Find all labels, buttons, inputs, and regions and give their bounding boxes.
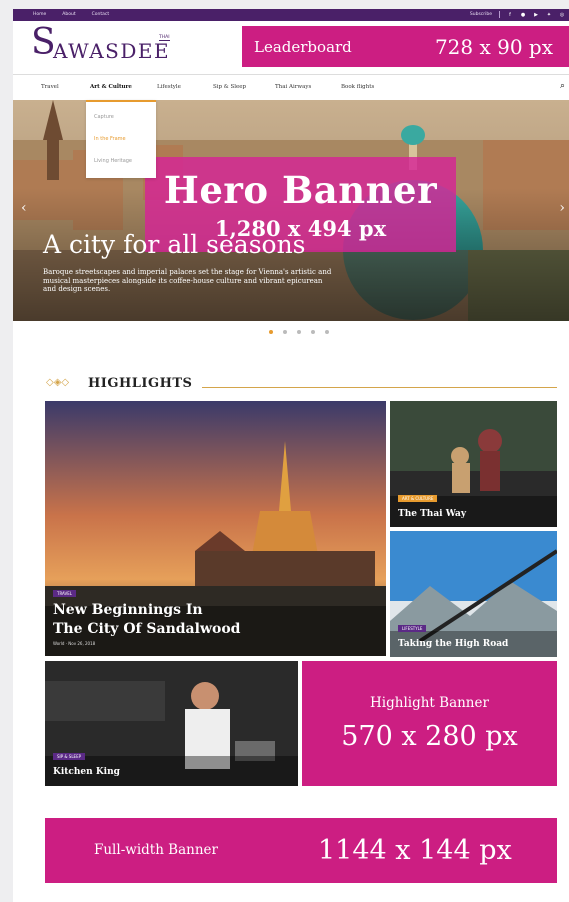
nav-item-travel[interactable]: Travel xyxy=(41,84,59,90)
nav-item-sip-sleep[interactable]: Sip & Sleep xyxy=(213,84,246,90)
slider-dots xyxy=(269,330,329,334)
art-culture-dropdown: Capture In the Frame Living Heritage xyxy=(86,100,156,178)
full-width-banner-dims: 1144 x 144 px xyxy=(318,835,512,866)
instagram-icon[interactable]: ◎ xyxy=(559,12,565,18)
nav-item-thai-airways[interactable]: Thai Airways xyxy=(275,84,311,90)
dropdown-item-in-the-frame[interactable]: In the Frame xyxy=(94,136,126,142)
divider xyxy=(499,11,500,18)
highlights-header: ◇◈◇ HIGHLIGHTS xyxy=(46,374,559,394)
nav-item-art-culture[interactable]: Art & Culture xyxy=(90,84,132,90)
highlight-card-main[interactable]: TRAVEL New Beginnings In The City Of San… xyxy=(45,401,386,656)
highlight-banner-dims: 570 x 280 px xyxy=(341,721,518,752)
dropdown-item-capture[interactable]: Capture xyxy=(94,114,114,120)
card-tag[interactable]: LIFESTYLE xyxy=(398,625,427,632)
card-tag[interactable]: SIP & SLEEP xyxy=(53,753,86,760)
card-title: The Thai Way xyxy=(398,509,467,519)
highlight-card-thai-way[interactable]: ART & CULTURE The Thai Way xyxy=(390,401,557,527)
site-logo[interactable]: S AWASDEE THAI xyxy=(31,22,191,77)
card-title-line: New Beginnings In xyxy=(53,602,203,618)
card-title: Kitchen King xyxy=(53,767,120,777)
hero-banner-label: Hero Banner xyxy=(163,168,438,212)
card-title: Taking the High Road xyxy=(398,639,509,649)
top-bar: Home About Contact Subscribe f ● ▶ ✦ ◎ xyxy=(13,9,569,21)
heading-rule xyxy=(202,387,557,388)
slider-dot[interactable] xyxy=(297,330,301,334)
slider-dot[interactable] xyxy=(269,330,273,334)
nav-item-lifestyle[interactable]: Lifestyle xyxy=(157,84,181,90)
top-link-home[interactable]: Home xyxy=(33,12,46,17)
top-links: Home About Contact xyxy=(33,12,109,17)
twitter-icon[interactable]: ✦ xyxy=(546,12,552,18)
ornament-icon: ◇◈◇ xyxy=(46,377,70,388)
highlight-banner-label: Highlight Banner xyxy=(370,695,489,711)
highlight-card-kitchen[interactable]: SIP & SLEEP Kitchen King xyxy=(45,661,298,786)
subscribe-link[interactable]: Subscribe xyxy=(470,12,492,17)
hero-title: A city for all seasons xyxy=(43,230,306,259)
logo-thai-mark: THAI xyxy=(159,35,170,41)
logo-wordmark: AWASDEE xyxy=(53,39,171,63)
card-tag[interactable]: TRAVEL xyxy=(53,590,77,597)
main-nav: Travel Art & Culture Lifestyle Sip & Sle… xyxy=(13,74,569,98)
search-icon[interactable]: ⌕ xyxy=(560,81,565,91)
facebook-icon[interactable]: f xyxy=(507,12,513,18)
card-title-line: The City Of Sandalwood xyxy=(53,621,241,637)
slider-dot[interactable] xyxy=(311,330,315,334)
card-tag[interactable]: ART & CULTURE xyxy=(398,495,438,502)
leaderboard-banner[interactable]: Leaderboard 728 x 90 px xyxy=(242,26,569,67)
highlight-card-high-road[interactable]: LIFESTYLE Taking the High Road xyxy=(390,531,557,657)
full-width-banner-label: Full-width Banner xyxy=(94,842,218,858)
dropdown-item-living-heritage[interactable]: Living Heritage xyxy=(94,158,132,164)
top-link-contact[interactable]: Contact xyxy=(92,12,110,17)
top-link-about[interactable]: About xyxy=(62,12,75,17)
slider-dot[interactable] xyxy=(325,330,329,334)
highlight-ad-banner[interactable]: Highlight Banner 570 x 280 px xyxy=(302,661,557,786)
full-width-ad-banner[interactable]: Full-width Banner 1144 x 144 px xyxy=(45,818,557,883)
leaderboard-dims: 728 x 90 px xyxy=(434,35,553,59)
page: Home About Contact Subscribe f ● ▶ ✦ ◎ S… xyxy=(13,9,569,902)
logo-initial: S xyxy=(31,22,56,63)
slider-dot[interactable] xyxy=(283,330,287,334)
line-icon[interactable]: ● xyxy=(520,12,526,18)
youtube-icon[interactable]: ▶ xyxy=(533,12,539,18)
prev-arrow-icon[interactable]: ‹ xyxy=(21,200,27,216)
card-meta: World · Nov 26, 2018 xyxy=(53,641,96,646)
nav-item-book-flights[interactable]: Book flights xyxy=(341,84,374,90)
highlights-heading: HIGHLIGHTS xyxy=(88,376,193,391)
top-right: Subscribe f ● ▶ ✦ ◎ xyxy=(470,11,565,18)
card-title: New Beginnings In The City Of Sandalwood xyxy=(53,601,240,639)
next-arrow-icon[interactable]: › xyxy=(559,200,565,216)
leaderboard-label: Leaderboard xyxy=(254,38,352,56)
hero-description: Baroque streetscapes and imperial palace… xyxy=(43,268,332,293)
